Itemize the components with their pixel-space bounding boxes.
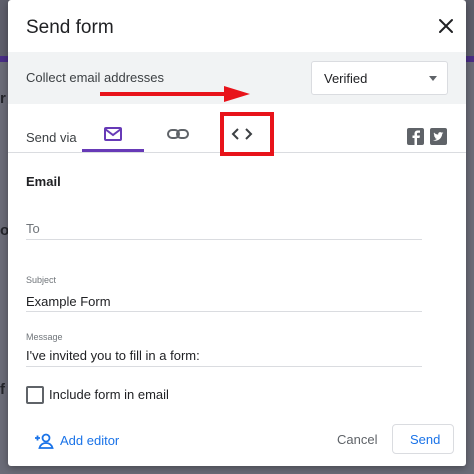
annotation-arrow — [100, 86, 250, 102]
email-section-title: Email — [26, 174, 61, 189]
to-field-underline — [26, 239, 422, 240]
collect-email-select[interactable]: Verified — [311, 61, 448, 95]
dropdown-caret-icon — [429, 76, 437, 81]
tab-link[interactable] — [161, 116, 195, 152]
facebook-icon — [412, 130, 420, 145]
message-label: Message — [26, 332, 63, 342]
subject-label: Subject — [26, 275, 57, 285]
annotation-highlight-box — [220, 112, 274, 156]
twitter-icon — [433, 132, 444, 141]
include-form-label: Include form in email — [49, 387, 169, 402]
message-field[interactable]: I've invited you to fill in a form: — [26, 348, 200, 363]
subject-field[interactable]: Example Form — [26, 294, 111, 309]
send-form-dialog: Send form Collect email addresses Verifi… — [8, 0, 466, 466]
subject-field-underline — [26, 311, 422, 312]
add-editor-label: Add editor — [60, 433, 120, 448]
send-via-label: Send via — [26, 130, 77, 145]
close-button[interactable] — [435, 15, 457, 37]
tab-email[interactable] — [82, 116, 144, 152]
link-icon — [167, 129, 189, 139]
share-facebook-button[interactable] — [407, 128, 424, 145]
dialog-title: Send form — [26, 17, 114, 38]
collect-email-label: Collect email addresses — [26, 70, 165, 85]
to-field[interactable]: To — [26, 221, 40, 236]
select-value: Verified — [324, 71, 368, 86]
send-button[interactable]: Send — [392, 424, 454, 454]
cancel-button[interactable]: Cancel — [328, 426, 382, 454]
share-twitter-button[interactable] — [430, 128, 447, 145]
close-icon — [439, 19, 453, 33]
background-fragment: r — [0, 90, 6, 107]
background-fragment: f — [0, 381, 5, 398]
cancel-label: Cancel — [337, 432, 378, 447]
mail-icon — [104, 127, 122, 141]
send-label: Send — [410, 432, 441, 447]
message-field-underline — [26, 366, 422, 367]
include-form-checkbox[interactable] — [26, 386, 44, 404]
add-person-icon — [35, 433, 54, 449]
